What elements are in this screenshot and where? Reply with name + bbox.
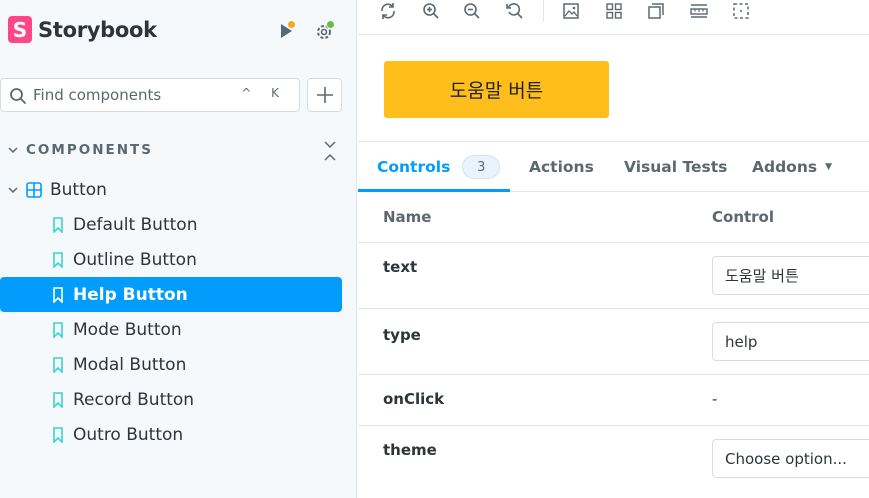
prop-name-onclick: onClick [383,390,445,408]
help-button-preview[interactable]: 도움말 버튼 [384,61,609,118]
sidebar-item-mode-button[interactable]: Mode Button [0,312,342,347]
plus-icon [316,87,333,103]
toolbar-divider [543,0,544,22]
sidebar-item-label: Default Button [73,214,198,235]
sync-icon[interactable] [378,1,398,21]
settings-gear-icon[interactable] [314,20,336,42]
bookmark-icon [53,391,63,408]
sidebar-item-label: Mode Button [73,319,182,340]
components-section-header[interactable]: COMPONENTS [8,140,338,162]
sidebar-item-label: Outro Button [73,424,184,445]
outline-icon[interactable] [731,1,751,21]
image-icon[interactable] [561,1,581,21]
prop-name-text: text [383,258,418,276]
sidebar: S Storybook ^ K COMPONENTS Button Defaul… [0,0,357,498]
brand-name: Storybook [38,17,157,42]
storybook-brand[interactable]: S Storybook [8,16,157,43]
chevron-down-icon [8,186,18,193]
photo-drag-icon[interactable] [646,1,666,21]
text-control-input[interactable] [712,256,869,295]
table-row: text [358,243,869,309]
caret-down-icon: ▼ [825,162,833,172]
tab-actions-label: Actions [529,158,594,176]
search-box[interactable]: ^ K [0,78,300,112]
zoom-out-icon[interactable] [462,1,482,21]
storybook-logo-icon: S [8,16,32,43]
tab-controls[interactable]: Controls 3 [377,142,501,192]
preview-toolbar [358,0,869,35]
tab-visual-tests[interactable]: Visual Tests [624,142,727,192]
tree-group-button[interactable]: Button [0,172,342,207]
ruler-icon[interactable] [689,1,709,21]
addon-tabs: Controls 3 Actions Visual Tests Addons ▼ [358,142,869,192]
search-shortcut: ^ K [241,86,287,100]
bookmark-icon [53,251,63,268]
sidebar-item-label: Record Button [73,389,195,410]
sidebar-item-help-button[interactable]: Help Button [0,277,342,312]
collapse-all-icon[interactable] [322,140,338,162]
status-dot-success [326,20,335,29]
sidebar-item-label: Help Button [73,284,188,305]
column-header-control: Control [712,208,775,226]
controls-table: Name Control text type onClick - theme C… [358,192,869,498]
bookmark-icon [53,356,63,373]
tab-visual-tests-label: Visual Tests [624,158,728,176]
status-dot-warning [287,20,296,29]
table-row: theme Choose option... [358,426,869,498]
table-row: onClick - [358,375,869,426]
grid-icon[interactable] [604,1,624,21]
sidebar-item-outro-button[interactable]: Outro Button [0,417,342,452]
sidebar-item-outline-button[interactable]: Outline Button [0,242,342,277]
chevron-down-icon [8,147,18,154]
tree-group-label: Button [50,179,107,200]
column-header-name: Name [383,208,432,226]
prop-name-theme: theme [383,441,437,459]
search-icon [10,88,26,104]
bookmark-icon [53,321,63,338]
prop-name-type: type [383,326,421,344]
story-canvas: 도움말 버튼 [358,36,869,142]
bookmark-icon [53,286,63,303]
sidebar-item-modal-button[interactable]: Modal Button [0,347,342,382]
section-label: COMPONENTS [26,142,153,158]
play-status-icon[interactable] [277,20,299,42]
tab-controls-label: Controls [377,158,451,176]
controls-count-badge: 3 [462,155,501,179]
component-tree: Button Default Button Outline Button Hel… [0,172,342,452]
onclick-control-value: - [712,390,718,408]
sidebar-item-default-button[interactable]: Default Button [0,207,342,242]
tab-actions[interactable]: Actions [529,142,594,192]
tab-addons-label: Addons [752,158,818,176]
component-icon [26,181,42,198]
bookmark-icon [53,426,63,443]
table-header: Name Control [358,192,869,243]
bookmark-icon [53,216,63,233]
sidebar-item-label: Outline Button [73,249,197,270]
add-story-button[interactable] [307,78,342,112]
type-control-input[interactable] [712,322,869,361]
tab-addons[interactable]: Addons ▼ [752,142,832,192]
sidebar-item-record-button[interactable]: Record Button [0,382,342,417]
theme-select[interactable]: Choose option... [712,439,869,478]
search-input[interactable] [33,86,253,104]
sidebar-item-label: Modal Button [73,354,187,375]
zoom-reset-icon[interactable] [505,1,525,21]
zoom-in-icon[interactable] [421,1,441,21]
theme-select-value: Choose option... [725,449,847,468]
table-row: type [358,309,869,375]
